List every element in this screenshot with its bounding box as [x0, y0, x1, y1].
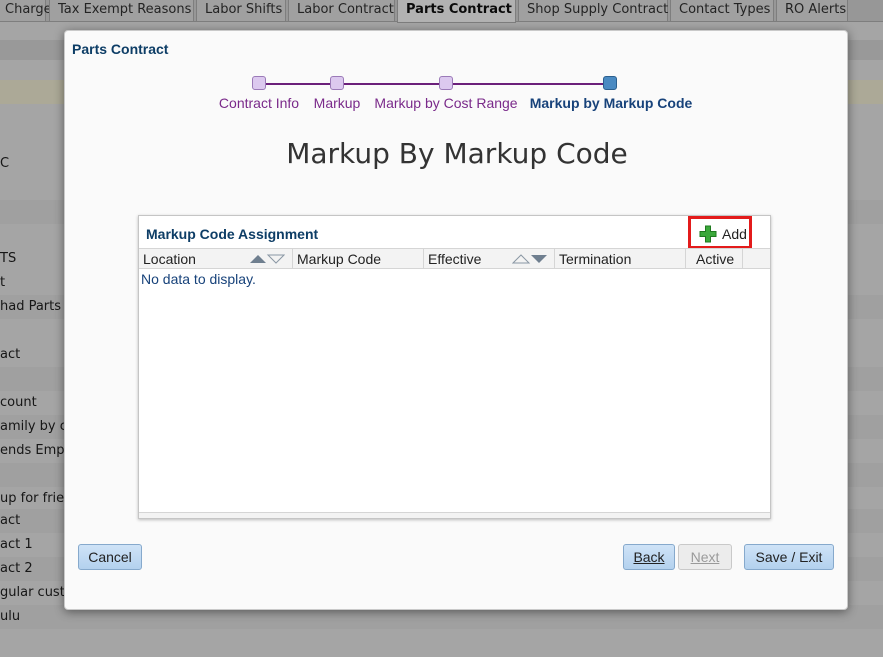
column-header-termination[interactable]: Termination: [555, 249, 686, 269]
train-stop-markup[interactable]: [330, 76, 344, 90]
train-label-markup-by-cost-range[interactable]: Markup by Cost Range: [374, 95, 517, 111]
train-label-markup[interactable]: Markup: [314, 95, 361, 111]
plus-icon: [699, 225, 717, 243]
table-footer: [139, 512, 770, 518]
sort-icon[interactable]: [512, 254, 548, 264]
sort-icon[interactable]: [249, 254, 285, 264]
train-label-contract-info[interactable]: Contract Info: [219, 95, 299, 111]
panel-title: Markup Code Assignment: [146, 226, 319, 242]
train-stop-markup-by-cost-range[interactable]: [439, 76, 453, 90]
cancel-button[interactable]: Cancel: [78, 544, 142, 570]
back-button[interactable]: Back: [623, 544, 675, 570]
train-stop-markup-by-markup-code: [603, 76, 617, 90]
next-button: Next: [678, 544, 732, 570]
add-button[interactable]: Add: [688, 216, 752, 249]
add-button-label: Add: [722, 226, 747, 242]
train-connector: [446, 83, 606, 85]
train-label-markup-by-markup-code: Markup by Markup Code: [529, 95, 693, 111]
column-header-active[interactable]: Active: [686, 249, 743, 269]
column-header-effective[interactable]: Effective: [424, 249, 555, 269]
train-stop-contract-info[interactable]: [252, 76, 266, 90]
parts-contract-dialog: Parts Contract Contract Info Markup Mark…: [64, 30, 848, 610]
column-header-location[interactable]: Location: [139, 249, 293, 269]
table-header: Location Markup Code Effective Terminati…: [139, 248, 770, 269]
save-exit-button[interactable]: Save / Exit: [744, 544, 834, 570]
column-header-filler: [743, 249, 770, 269]
markup-code-assignment-panel: Markup Code Assignment Add Location Mark…: [138, 215, 771, 519]
wizard-train: Contract Info Markup Markup by Cost Rang…: [65, 73, 849, 113]
empty-table-message: No data to display.: [141, 271, 256, 287]
column-header-markup-code[interactable]: Markup Code: [293, 249, 424, 269]
dialog-title: Parts Contract: [72, 41, 169, 57]
page-heading: Markup By Markup Code: [286, 137, 628, 170]
